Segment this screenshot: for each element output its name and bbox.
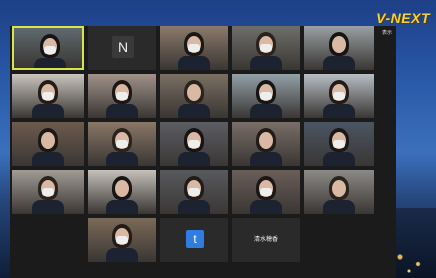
participant-body xyxy=(323,200,355,214)
participant-body xyxy=(106,200,138,214)
face-mask xyxy=(116,92,128,100)
participant-body xyxy=(250,56,282,70)
participant-face xyxy=(259,132,273,149)
vnext-logo: V-NEXT xyxy=(376,10,430,26)
participant-tile[interactable] xyxy=(232,26,300,70)
participant-face xyxy=(332,36,346,53)
face-mask xyxy=(333,140,345,148)
participant-tile[interactable] xyxy=(232,122,300,166)
participant-tile[interactable] xyxy=(304,26,374,70)
participant-tile[interactable] xyxy=(160,122,228,166)
participant-body xyxy=(106,152,138,166)
participant-body xyxy=(106,248,138,262)
participant-body xyxy=(32,104,64,118)
participant-face xyxy=(41,132,55,149)
participant-body xyxy=(34,58,66,68)
face-mask xyxy=(44,46,56,54)
participant-face xyxy=(187,84,201,101)
participant-body xyxy=(32,200,64,214)
participant-tile[interactable] xyxy=(232,170,300,214)
participant-tile[interactable] xyxy=(88,74,156,118)
participant-body xyxy=(178,104,210,118)
participant-body xyxy=(106,104,138,118)
face-mask xyxy=(42,188,54,196)
participant-body xyxy=(323,56,355,70)
participant-body xyxy=(250,200,282,214)
participant-body xyxy=(323,104,355,118)
participant-tile[interactable]: 清水穂香 xyxy=(232,218,300,262)
face-mask xyxy=(116,236,128,244)
face-mask xyxy=(333,92,345,100)
participant-tile[interactable]: N xyxy=(88,26,156,70)
face-mask xyxy=(260,44,272,52)
participant-tile[interactable] xyxy=(160,74,228,118)
participant-face xyxy=(332,180,346,197)
participant-tile[interactable]: t xyxy=(160,218,228,262)
participant-initial-avatar: N xyxy=(112,36,134,58)
face-mask xyxy=(188,188,200,196)
face-mask xyxy=(116,140,128,148)
participant-tile[interactable] xyxy=(304,122,374,166)
participant-tile[interactable] xyxy=(88,122,156,166)
face-mask xyxy=(260,92,272,100)
participant-tile[interactable] xyxy=(12,74,84,118)
face-mask xyxy=(260,188,272,196)
face-mask xyxy=(188,140,200,148)
participant-tile[interactable] xyxy=(232,74,300,118)
participant-name: 清水穂香 xyxy=(253,237,278,243)
participant-tile[interactable] xyxy=(12,170,84,214)
participant-tile[interactable] xyxy=(160,170,228,214)
participant-tile[interactable] xyxy=(304,170,374,214)
participant-tile[interactable] xyxy=(88,218,156,262)
view-button[interactable]: 表示 xyxy=(382,29,392,36)
face-mask xyxy=(188,44,200,52)
participant-tile[interactable] xyxy=(304,74,374,118)
participant-face xyxy=(115,180,129,197)
participant-tile[interactable] xyxy=(88,170,156,214)
participant-initial-avatar: t xyxy=(186,230,204,248)
participant-body xyxy=(178,200,210,214)
participant-tile[interactable] xyxy=(12,122,84,166)
participant-body xyxy=(32,152,64,166)
participant-body xyxy=(178,152,210,166)
participant-body xyxy=(178,56,210,70)
participant-tile[interactable] xyxy=(160,26,228,70)
face-mask xyxy=(42,92,54,100)
participant-tile[interactable] xyxy=(12,218,84,262)
participant-body xyxy=(250,152,282,166)
participant-body xyxy=(250,104,282,118)
participant-body xyxy=(323,152,355,166)
participant-tile[interactable] xyxy=(12,26,84,70)
